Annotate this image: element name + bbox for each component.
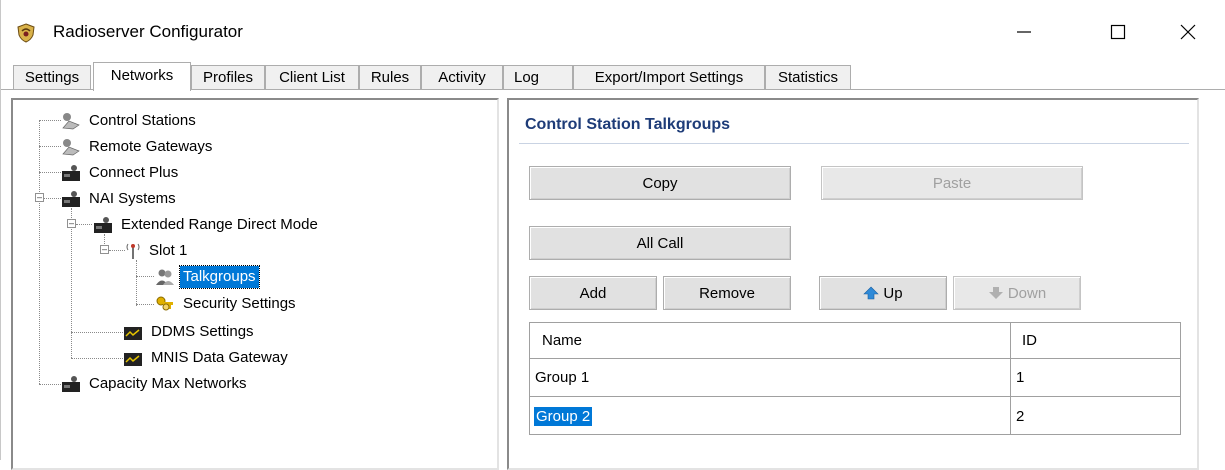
talkgroups-icon	[156, 269, 174, 285]
cell-id[interactable]: 2	[1016, 397, 1024, 435]
collapse-nai-systems-button[interactable]: –	[35, 193, 44, 202]
tree-item-label: Capacity Max Networks	[89, 375, 247, 392]
tree-item-label: Slot 1	[149, 242, 188, 259]
tree-item-security-settings[interactable]: Security Settings	[155, 292, 299, 316]
maximize-button[interactable]	[1095, 14, 1141, 50]
tree-item-connect-plus[interactable]: Connect Plus	[61, 161, 181, 185]
talkgroups-panel: Control Station Talkgroups Copy Paste Al…	[507, 98, 1199, 470]
remote-gateway-icon	[62, 139, 80, 156]
tree-connector	[136, 260, 137, 306]
tab-networks[interactable]: Networks	[93, 62, 191, 91]
collapse-slot-1-button[interactable]: –	[100, 245, 109, 254]
title-bar: Radioserver Configurator	[1, 0, 1225, 62]
tree-connector	[39, 384, 61, 385]
close-button[interactable]	[1165, 14, 1211, 50]
cell-name[interactable]: Group 1	[535, 359, 589, 396]
tree-item-extended-range-direct-mode[interactable]: Extended Range Direct Mode	[93, 213, 321, 237]
radio-system-icon	[62, 165, 80, 181]
tab-rules[interactable]: Rules	[359, 65, 421, 90]
tree-connector	[109, 250, 125, 251]
tree-connector	[39, 146, 61, 147]
radio-system-icon	[62, 191, 80, 207]
tree-item-label: Control Stations	[89, 112, 196, 129]
tree-item-remote-gateways[interactable]: Remote Gateways	[61, 135, 215, 159]
minimize-button[interactable]	[1001, 14, 1047, 50]
window-title: Radioserver Configurator	[53, 22, 243, 41]
security-keys-icon	[156, 296, 173, 311]
tree-item-label: MNIS Data Gateway	[151, 349, 288, 366]
tree-connector	[71, 332, 123, 333]
tree-connector	[39, 172, 61, 173]
tree-connector	[76, 224, 92, 225]
copy-button[interactable]: Copy	[529, 166, 791, 200]
tree-connector	[39, 120, 40, 384]
tree-item-label: DDMS Settings	[151, 323, 254, 340]
tree-item-nai-systems[interactable]: NAI Systems	[61, 187, 179, 211]
ddms-icon	[124, 327, 142, 340]
tree-connector	[136, 304, 154, 305]
column-header-id[interactable]: ID	[1022, 323, 1037, 358]
tab-client-list[interactable]: Client List	[265, 65, 359, 90]
tree-item-talkgroups[interactable]: Talkgroups	[155, 265, 260, 289]
radioserver-app-icon	[17, 23, 35, 43]
section-title: Control Station Talkgroups	[525, 116, 731, 133]
control-station-icon	[62, 113, 80, 130]
add-button[interactable]: Add	[529, 276, 657, 310]
tree-item-label: Talkgroups	[179, 265, 260, 289]
radio-system-icon	[94, 217, 112, 233]
collapse-extended-range-button[interactable]: –	[67, 219, 76, 228]
close-icon	[1180, 24, 1196, 40]
tab-settings[interactable]: Settings	[13, 65, 91, 90]
tree-item-label: NAI Systems	[89, 190, 176, 207]
paste-button[interactable]: Paste	[821, 166, 1083, 200]
tab-profiles[interactable]: Profiles	[191, 65, 265, 90]
radio-system-icon	[62, 376, 80, 392]
down-arrow-icon	[988, 287, 1003, 299]
tree-connector	[136, 276, 154, 277]
tree-connector	[39, 120, 61, 121]
tree-item-label: Connect Plus	[89, 164, 179, 181]
network-tree[interactable]: – – – Control Stations Remote Gateways C…	[11, 98, 499, 470]
tree-item-label: Remote Gateways	[89, 138, 213, 155]
cell-id[interactable]: 1	[1016, 359, 1024, 396]
tree-item-label: Extended Range Direct Mode	[121, 216, 318, 233]
remove-button[interactable]: Remove	[663, 276, 791, 310]
tree-item-control-stations[interactable]: Control Stations	[61, 109, 199, 133]
down-button-label: Down	[1007, 284, 1047, 302]
tree-connector	[71, 208, 72, 358]
app-window: Radioserver Configurator Settings Networ…	[0, 0, 1225, 470]
tab-statistics[interactable]: Statistics	[765, 65, 851, 90]
up-arrow-icon	[863, 286, 880, 300]
tree-item-label: Security Settings	[183, 295, 296, 312]
tree-item-mnis-data-gateway[interactable]: MNIS Data Gateway	[123, 346, 291, 370]
tree-connector	[71, 358, 123, 359]
tab-content: – – – Control Stations Remote Gateways C…	[1, 89, 1225, 470]
table-row[interactable]: Group 2 2	[530, 397, 1180, 435]
cell-name[interactable]: Group 2	[534, 397, 593, 435]
column-header-name[interactable]: Name	[542, 323, 582, 358]
table-header-row: Name ID	[530, 323, 1180, 359]
down-button[interactable]: Down	[953, 276, 1081, 310]
tab-export-import-settings[interactable]: Export/Import Settings	[573, 65, 765, 90]
tab-log[interactable]: Log	[503, 65, 573, 90]
maximize-icon	[1110, 24, 1126, 40]
tree-item-capacity-max-networks[interactable]: Capacity Max Networks	[61, 372, 250, 396]
antenna-icon	[126, 243, 140, 259]
cell-name-text: Group 2	[534, 406, 593, 426]
mnis-icon	[124, 353, 142, 366]
tree-connector	[44, 198, 61, 199]
up-button[interactable]: Up	[819, 276, 947, 310]
talkgroups-table[interactable]: Name ID Group 1 1 Group 2 2	[529, 322, 1181, 435]
all-call-button[interactable]: All Call	[529, 226, 791, 260]
tree-item-slot-1[interactable]: Slot 1	[125, 239, 190, 263]
tab-activity[interactable]: Activity	[421, 65, 503, 90]
section-divider	[519, 143, 1189, 144]
tree-item-ddms-settings[interactable]: DDMS Settings	[123, 320, 257, 344]
table-row[interactable]: Group 1 1	[530, 359, 1180, 397]
tab-strip: Settings Networks Profiles Client List R…	[1, 62, 1225, 91]
minimize-icon	[1017, 31, 1031, 33]
up-button-label: Up	[883, 284, 903, 302]
